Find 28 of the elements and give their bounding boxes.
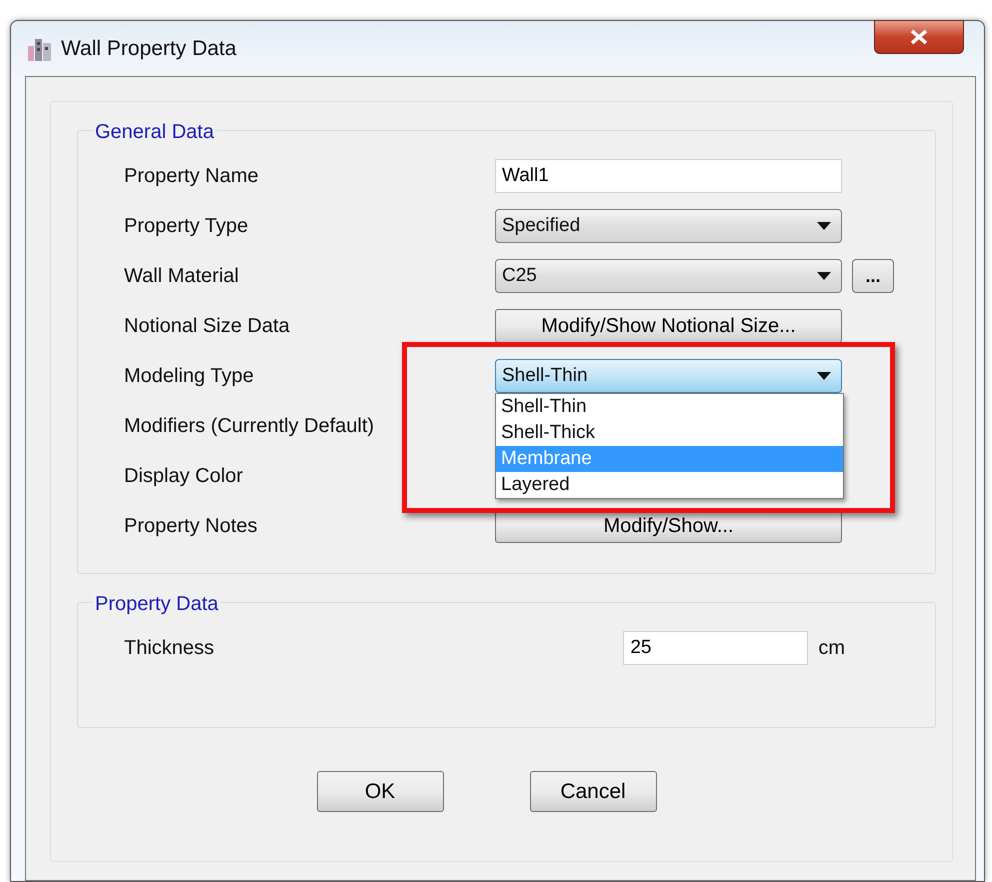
- field-label: Property Name: [124, 164, 260, 189]
- dropdown-arrow-icon: [817, 372, 831, 380]
- close-button[interactable]: [874, 20, 964, 54]
- field-label: Modifiers (Currently Default): [124, 414, 376, 439]
- field-label: Thickness: [124, 636, 214, 661]
- field-label: Display Color: [124, 464, 244, 489]
- cancel-button[interactable]: Cancel: [530, 771, 656, 812]
- text-field[interactable]: Wall1: [495, 159, 842, 193]
- field-label: Property Notes: [124, 514, 258, 539]
- modify-button[interactable]: Modify/Show Notional Size...: [495, 309, 842, 343]
- field-label: Property Type: [124, 214, 250, 239]
- thickness-field[interactable]: 25: [623, 631, 808, 665]
- dropdown[interactable]: Specified: [495, 209, 842, 243]
- unit-label: cm: [818, 636, 845, 661]
- dropdown-arrow-icon: [817, 222, 831, 230]
- field-label: Notional Size Data: [124, 314, 291, 339]
- dropdown-option[interactable]: Shell-Thin: [496, 394, 843, 420]
- close-icon: [909, 29, 929, 45]
- dropdown-option[interactable]: Layered: [496, 472, 843, 498]
- dropdown-option[interactable]: Shell-Thick: [496, 420, 843, 446]
- field-label: Wall Material: [124, 264, 240, 289]
- dropdown[interactable]: C25: [495, 259, 842, 293]
- dropdown-arrow-icon: [817, 272, 831, 280]
- window-title: Wall Property Data: [61, 36, 236, 62]
- dropdown[interactable]: Shell-Thin: [495, 359, 842, 393]
- ok-button[interactable]: OK: [316, 771, 444, 812]
- field-label: Modeling Type: [124, 364, 255, 389]
- browse-button[interactable]: ...: [852, 259, 894, 293]
